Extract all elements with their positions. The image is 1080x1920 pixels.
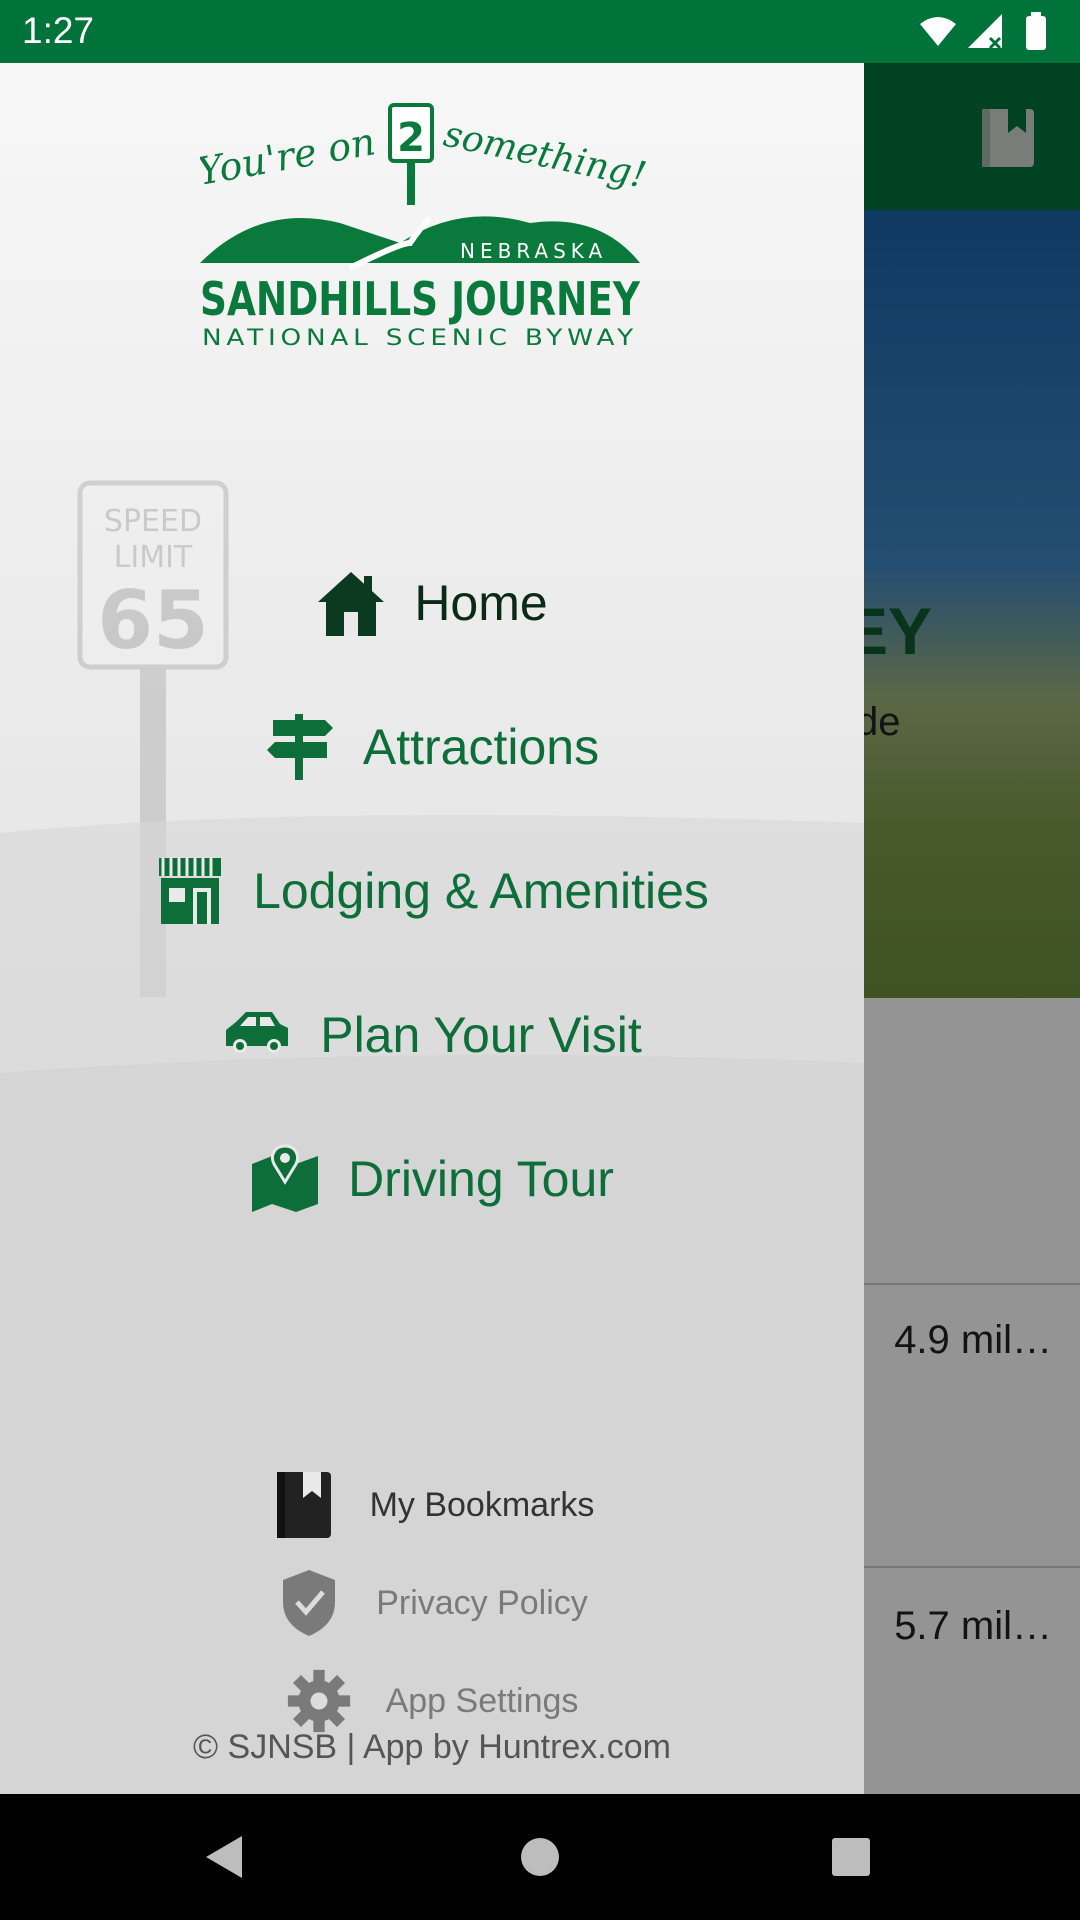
wifi-icon: [920, 17, 956, 46]
bookmarks-label: My Bookmarks: [369, 1485, 595, 1524]
system-nav-bar: [0, 1794, 1080, 1920]
privacy-label: Privacy Policy: [376, 1583, 588, 1622]
svg-text:NEBRASKA: NEBRASKA: [460, 239, 607, 263]
menu-item-attractions[interactable]: Attractions: [0, 692, 864, 802]
shield-check-icon: [276, 1568, 342, 1638]
menu-label-home: Home: [414, 575, 548, 631]
status-time: 1:27: [22, 10, 95, 51]
menu-item-driving-tour[interactable]: Driving Tour: [0, 1124, 864, 1234]
battery-icon: [1026, 16, 1046, 50]
car-icon: [222, 1000, 292, 1070]
svg-text:You're on: You're on: [200, 119, 379, 194]
menu-label-plan-visit: Plan Your Visit: [320, 1007, 642, 1063]
menu-item-bookmarks[interactable]: My Bookmarks: [0, 1465, 864, 1545]
menu-label-attractions: Attractions: [362, 719, 600, 775]
svg-text:SPEED: SPEED: [104, 504, 202, 539]
back-icon[interactable]: [200, 1832, 250, 1882]
navigation-drawer: SPEED LIMIT 65 You're on 2 something! NE…: [0, 63, 864, 1794]
menu-label-lodging: Lodging & Amenities: [253, 863, 709, 919]
settings-label: App Settings: [385, 1681, 579, 1720]
sandhills-journey-logo: You're on 2 something! NEBRASKA SANDHILL…: [200, 103, 650, 351]
status-icons: [920, 12, 1046, 50]
menu-item-lodging[interactable]: Lodging & Amenities: [0, 836, 864, 946]
map-pin-icon: [250, 1144, 320, 1214]
svg-text:SANDHILLS JOURNEY: SANDHILLS JOURNEY: [200, 272, 641, 326]
svg-text:NATIONAL SCENIC BYWAY: NATIONAL SCENIC BYWAY: [202, 326, 638, 351]
svg-text:2: 2: [397, 115, 425, 161]
menu-label-driving-tour: Driving Tour: [348, 1151, 614, 1207]
store-icon: [155, 856, 225, 926]
menu-item-home[interactable]: Home: [0, 548, 864, 658]
home-nav-icon[interactable]: [515, 1832, 565, 1882]
menu-item-plan-visit[interactable]: Plan Your Visit: [0, 980, 864, 1090]
gear-icon: [286, 1666, 352, 1736]
recents-icon[interactable]: [826, 1832, 876, 1882]
svg-text:something!: something!: [440, 114, 649, 197]
home-icon: [316, 568, 386, 638]
copyright-text: © SJNSB | App by Huntrex.com: [193, 1728, 671, 1766]
bookmark-book-icon: [270, 1470, 336, 1540]
status-bar: 1:27: [0, 0, 1080, 63]
signpost-icon: [265, 712, 335, 782]
menu-item-privacy[interactable]: Privacy Policy: [0, 1563, 864, 1643]
